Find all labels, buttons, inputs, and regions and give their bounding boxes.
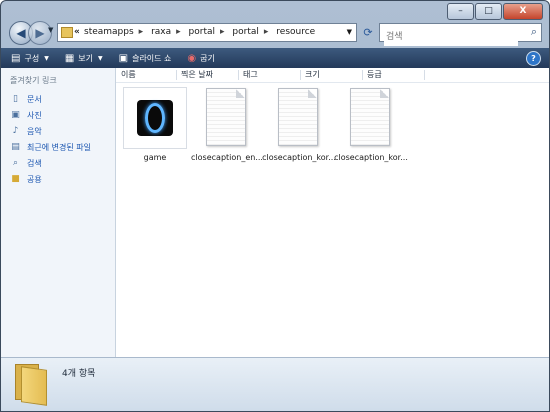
breadcrumb-item[interactable]: raxa bbox=[151, 27, 171, 37]
sidebar-item-music[interactable]: ♪ 음악 bbox=[10, 123, 91, 139]
column-headers: 이름 찍은 날짜 태그 크기 등급 bbox=[116, 68, 549, 83]
document-icon bbox=[350, 88, 390, 146]
window-controls: – □ X bbox=[447, 3, 543, 20]
file-thumbnail bbox=[123, 87, 187, 149]
search-box[interactable]: ⌕ bbox=[379, 23, 542, 46]
sidebar-item-pictures[interactable]: ▣ 사진 bbox=[10, 107, 91, 123]
burn-button[interactable]: ◉ 굽기 bbox=[187, 53, 214, 64]
chevron-right-icon[interactable]: ▸ bbox=[264, 27, 269, 37]
file-name: closecaption_kor... bbox=[334, 153, 408, 162]
sidebar-item-label: 음악 bbox=[27, 126, 42, 136]
file-item-document[interactable]: closecaption_en... bbox=[191, 87, 263, 162]
chevron-down-icon: ▼ bbox=[44, 54, 49, 62]
sidebar-item-search[interactable]: ⌕ 검색 bbox=[10, 155, 91, 171]
minimize-button[interactable]: – bbox=[447, 3, 474, 20]
sidebar-item-documents[interactable]: ▯ 문서 bbox=[10, 91, 91, 107]
column-header-tags[interactable]: 태그 bbox=[243, 68, 258, 82]
burn-label: 굽기 bbox=[200, 53, 215, 63]
chevron-down-icon: ▼ bbox=[98, 54, 103, 62]
item-count: 4개 항목 bbox=[62, 369, 96, 379]
navigation-bar: ◀ ▶ ▼ « steamapps ▸ raxa ▸ portal ▸ portal ▸… bbox=[1, 19, 549, 47]
breadcrumb: steamapps ▸ raxa ▸ portal ▸ portal ▸ resourc… bbox=[84, 24, 318, 41]
chevron-down-icon[interactable]: ▼ bbox=[347, 24, 352, 41]
refresh-icon: ⟳ bbox=[363, 26, 373, 39]
views-button[interactable]: ▦ 보기 ▼ bbox=[65, 53, 103, 64]
maximize-button[interactable]: □ bbox=[475, 3, 502, 20]
file-item-game[interactable]: game bbox=[121, 87, 189, 162]
favorite-links-list: ▯ 문서 ▣ 사진 ♪ 음악 ▤ 최근에 변경된 파일 ⌕ 검색 ■ 공용 bbox=[10, 91, 91, 187]
details-pane: 4개 항목 bbox=[1, 357, 549, 411]
refresh-button[interactable]: ⟳ bbox=[359, 24, 377, 41]
slideshow-icon: ▣ bbox=[118, 52, 129, 64]
help-button[interactable]: ? bbox=[526, 51, 541, 66]
pictures-icon: ▣ bbox=[11, 110, 20, 120]
sidebar-item-label: 문서 bbox=[27, 94, 42, 104]
column-header-rating[interactable]: 등급 bbox=[367, 68, 382, 82]
sidebar-item-label: 공용 bbox=[27, 174, 42, 184]
file-item-document[interactable]: closecaption_kor... bbox=[262, 87, 336, 162]
sidebar-item-label: 사진 bbox=[27, 110, 42, 120]
organize-icon: ▤ bbox=[11, 52, 21, 64]
address-chevron[interactable]: « bbox=[74, 24, 80, 41]
help-icon: ? bbox=[531, 54, 536, 63]
breadcrumb-item[interactable]: portal bbox=[189, 27, 215, 37]
documents-icon: ▯ bbox=[13, 94, 18, 104]
close-button[interactable]: X bbox=[503, 3, 543, 20]
music-icon: ♪ bbox=[12, 126, 19, 136]
slideshow-label: 슬라이드 쇼 bbox=[132, 53, 172, 63]
column-header-date-taken[interactable]: 찍은 날짜 bbox=[181, 68, 213, 82]
navigation-pane: 즐겨찾기 링크 ▯ 문서 ▣ 사진 ♪ 음악 ▤ 최근에 변경된 파일 ⌕ 검색 ■ 공용 … bbox=[1, 68, 116, 411]
address-bar[interactable]: « steamapps ▸ raxa ▸ portal ▸ portal ▸ resou… bbox=[57, 23, 357, 42]
explorer-window: – □ X ◀ ▶ ▼ « steamapps ▸ raxa ▸ portal ▸ p… bbox=[0, 0, 550, 412]
slideshow-button[interactable]: ▣ 슬라이드 쇼 bbox=[119, 53, 172, 64]
recent-pages-dropdown[interactable]: ▼ bbox=[48, 26, 53, 34]
breadcrumb-item[interactable]: portal bbox=[232, 27, 258, 37]
organize-label: 구성 bbox=[24, 53, 40, 63]
chevron-right-icon[interactable]: ▸ bbox=[176, 27, 181, 37]
chevron-right-icon[interactable]: ▸ bbox=[220, 27, 225, 37]
chevron-right-icon[interactable]: ▸ bbox=[139, 27, 144, 37]
sidebar-item-public[interactable]: ■ 공용 bbox=[10, 171, 91, 187]
sidebar-item-label: 최근에 변경된 파일 bbox=[27, 142, 91, 152]
file-item-document[interactable]: closecaption_kor... bbox=[334, 87, 408, 162]
portal-app-icon bbox=[137, 100, 173, 136]
folder-icon bbox=[15, 364, 47, 406]
sidebar-item-label: 검색 bbox=[27, 158, 42, 168]
column-header-size[interactable]: 크기 bbox=[305, 68, 320, 82]
views-label: 보기 bbox=[78, 53, 93, 63]
breadcrumb-item[interactable]: resource bbox=[276, 27, 315, 37]
command-bar: ▤ 구성 ▼ ▦ 보기 ▼ ▣ 슬라이드 쇼 ◉ 굽기 ? bbox=[1, 48, 549, 68]
column-header-name[interactable]: 이름 bbox=[121, 68, 136, 82]
breadcrumb-item[interactable]: steamapps bbox=[84, 27, 134, 37]
search-input[interactable] bbox=[384, 28, 518, 46]
sidebar-item-recent[interactable]: ▤ 최근에 변경된 파일 bbox=[10, 139, 91, 155]
file-list: 이름 찍은 날짜 태그 크기 등급 game closecaption_en..… bbox=[116, 68, 549, 357]
views-icon: ▦ bbox=[64, 52, 75, 64]
document-icon bbox=[206, 88, 246, 146]
back-arrow-icon: ◀ bbox=[16, 26, 26, 40]
folder-icon bbox=[61, 27, 73, 38]
burn-disc-icon: ◉ bbox=[187, 52, 197, 64]
forward-arrow-icon: ▶ bbox=[35, 26, 45, 40]
search-icon: ⌕ bbox=[12, 158, 19, 168]
search-icon[interactable]: ⌕ bbox=[531, 25, 537, 39]
public-folder-icon: ■ bbox=[11, 174, 20, 184]
recent-icon: ▤ bbox=[11, 142, 20, 152]
organize-button[interactable]: ▤ 구성 ▼ bbox=[11, 53, 49, 64]
document-icon bbox=[278, 88, 318, 146]
favorite-links-title: 즐겨찾기 링크 bbox=[10, 76, 57, 85]
